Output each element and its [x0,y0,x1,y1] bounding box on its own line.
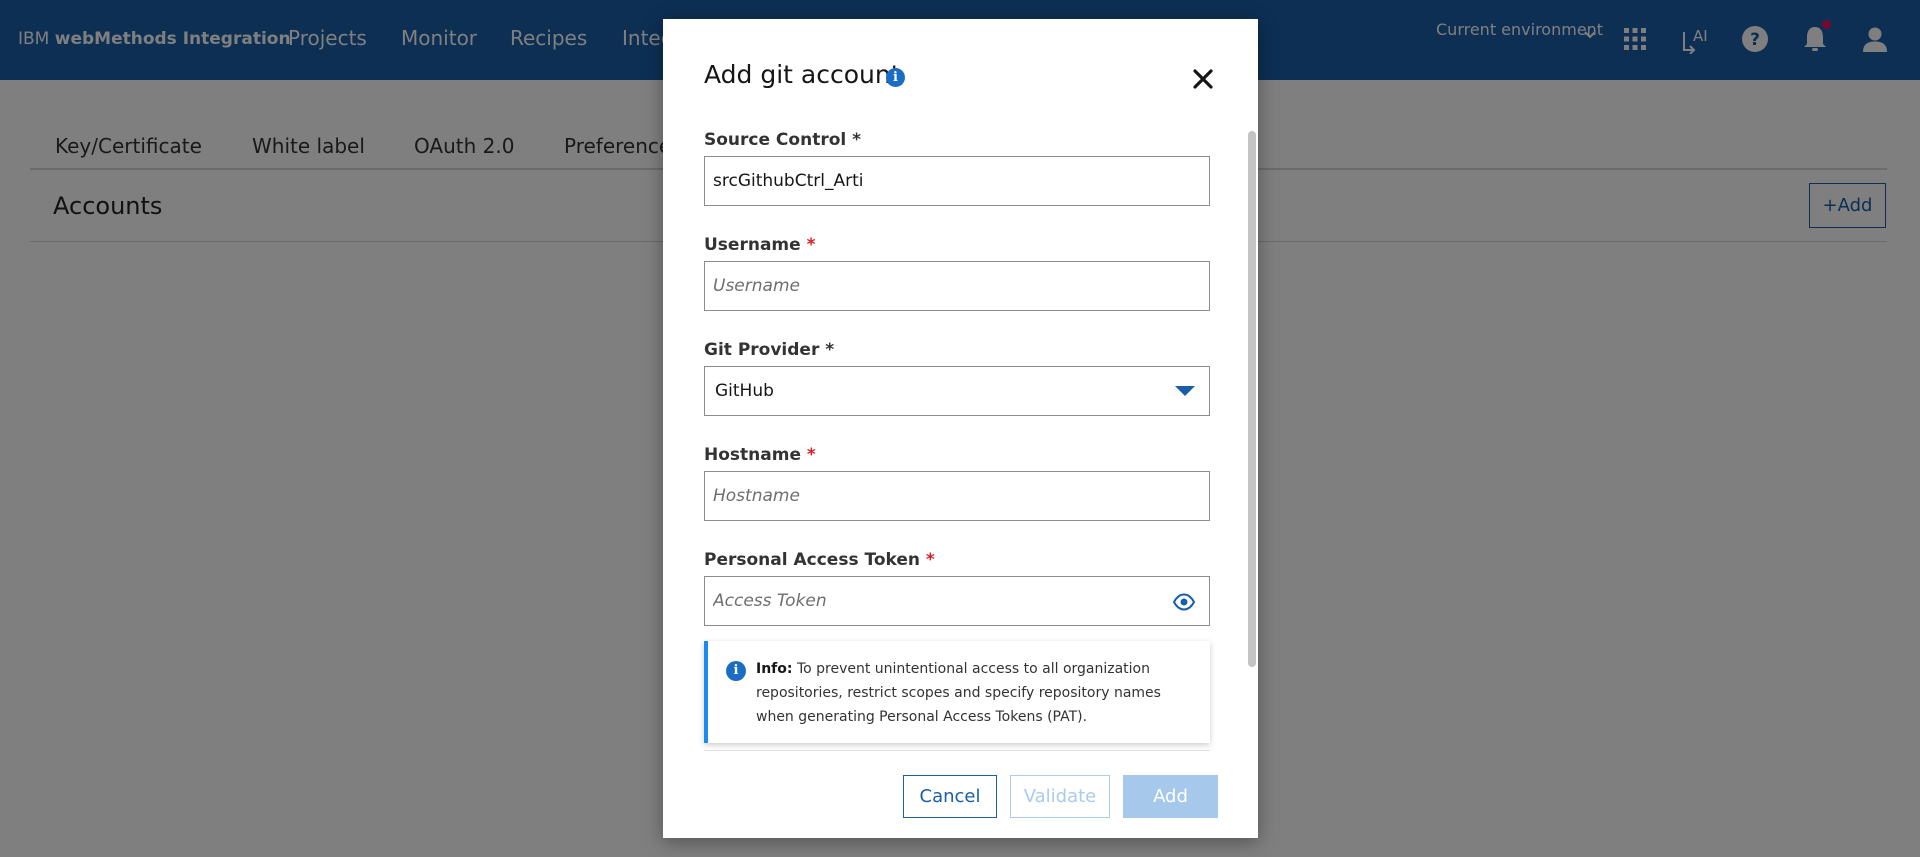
info-icon: i [726,661,746,681]
git-provider-value: GitHub [715,381,774,401]
username-label: Username * [704,235,815,255]
git-provider-select[interactable]: GitHub [704,366,1210,416]
git-provider-label-text: Git Provider [704,340,820,360]
cancel-button[interactable]: Cancel [903,775,997,818]
required-marker: * [825,340,835,360]
info-icon[interactable]: i [886,68,905,87]
username-input[interactable] [713,262,1153,310]
eye-icon[interactable] [1173,593,1195,611]
info-message: Info: To prevent unintentional access to… [756,657,1196,729]
required-marker: * [806,235,816,255]
validate-button[interactable]: Validate [1010,775,1110,818]
git-provider-label: Git Provider * [704,340,834,360]
source-control-label: Source Control * [704,130,861,150]
username-label-text: Username [704,235,801,255]
token-input[interactable] [713,577,1153,625]
hostname-input[interactable] [713,472,1153,520]
source-control-field[interactable] [704,156,1210,206]
source-control-label-text: Source Control [704,130,847,150]
username-field[interactable] [704,261,1210,311]
token-label: Personal Access Token * [704,550,935,570]
hostname-label: Hostname * [704,445,816,465]
required-marker: * [925,550,935,570]
add-git-account-dialog: Add git account i Source Control * Usern… [663,19,1258,838]
close-icon[interactable] [1187,63,1219,95]
token-field[interactable] [704,576,1210,626]
add-button[interactable]: Add [1123,775,1218,818]
hostname-label-text: Hostname [704,445,801,465]
hostname-field[interactable] [704,471,1210,521]
info-label: Info: [756,661,793,677]
caret-down-icon[interactable] [1175,386,1195,396]
info-notification: i Info: To prevent unintentional access … [704,641,1210,743]
source-control-input[interactable] [713,157,1153,205]
info-body: To prevent unintentional access to all o… [756,661,1161,725]
scrollbar[interactable] [1248,131,1256,667]
required-marker: * [852,130,862,150]
required-marker: * [806,445,816,465]
token-label-text: Personal Access Token [704,550,920,570]
footer-divider [704,750,1210,751]
dialog-title: Add git account [704,60,901,89]
